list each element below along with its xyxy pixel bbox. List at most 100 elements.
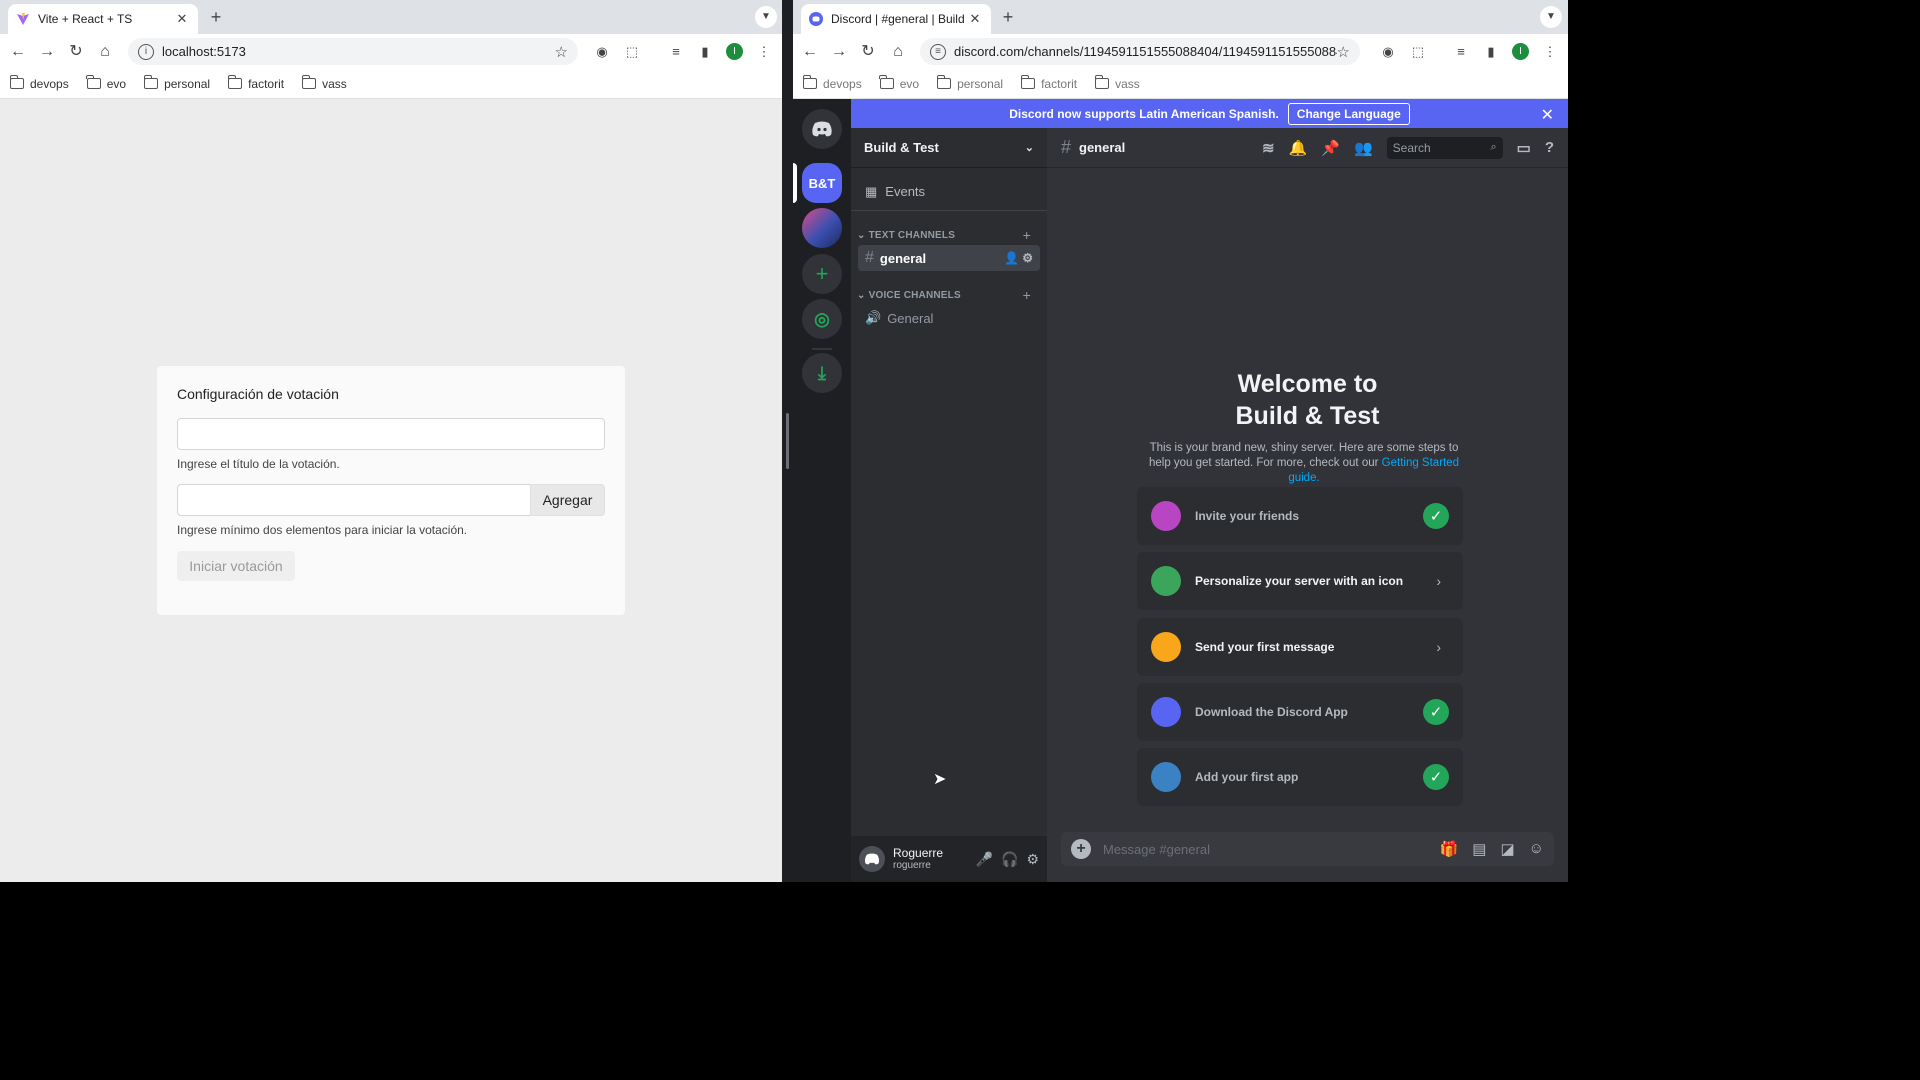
text-channels-category[interactable]: ⌄ TEXT CHANNELS + — [851, 225, 1047, 245]
explore-servers-icon[interactable]: ◎ — [802, 299, 842, 339]
start-vote-button[interactable]: Iniciar votación — [177, 551, 295, 581]
back-icon[interactable]: ← — [8, 42, 28, 62]
task-invite-friends[interactable]: Invite your friends ✓ — [1137, 487, 1463, 545]
media-icon[interactable]: ≡ — [667, 43, 685, 61]
task-first-message[interactable]: Send your first message › — [1137, 618, 1463, 676]
pin-icon[interactable]: 📌 — [1321, 139, 1340, 157]
add-channel-icon[interactable]: + — [1023, 287, 1031, 303]
gift-icon[interactable]: 🎁 — [1440, 840, 1459, 858]
sticker-icon[interactable]: ◪ — [1500, 840, 1514, 858]
camera-icon[interactable]: ◉ — [593, 43, 611, 61]
headphones-icon[interactable]: 🎧 — [1001, 851, 1018, 868]
bookmark-folder[interactable]: evo — [86, 75, 126, 91]
divider-grip[interactable] — [786, 413, 789, 469]
tab-search-icon[interactable]: ▼ — [1540, 6, 1562, 28]
chevron-down-icon: ⌄ — [1024, 142, 1034, 154]
extensions-icon[interactable]: ⬚ — [623, 43, 641, 61]
extensions-icon[interactable]: ⬚ — [1409, 43, 1427, 61]
folder-icon — [1020, 75, 1036, 89]
bookmark-star-icon[interactable]: ☆ — [555, 43, 568, 61]
server-header[interactable]: Build & Test ⌄ — [851, 128, 1047, 168]
profile-avatar[interactable]: I — [726, 43, 743, 60]
tab-title: Discord | #general | Build & Te — [831, 12, 967, 26]
user-name: Roguerre — [893, 846, 944, 860]
bookmark-folder[interactable]: factorit — [1020, 75, 1077, 91]
side-panel-icon[interactable]: ▮ — [1482, 43, 1500, 61]
media-icon[interactable]: ≡ — [1452, 43, 1470, 61]
close-tab-icon[interactable]: ✕ — [174, 11, 190, 27]
home-icon[interactable]: ⌂ — [95, 42, 115, 62]
window-divider[interactable] — [782, 0, 793, 882]
gear-icon[interactable]: ⚙ — [1026, 851, 1039, 868]
server-avatar-image[interactable] — [802, 208, 842, 248]
add-item-button[interactable]: Agregar — [530, 484, 605, 516]
reload-icon[interactable]: ↻ — [858, 42, 878, 62]
avatar[interactable] — [859, 846, 885, 872]
address-bar[interactable]: i localhost:5173 ☆ — [128, 38, 578, 65]
bookmark-folder[interactable]: personal — [143, 75, 210, 91]
menu-icon[interactable]: ⋮ — [755, 43, 773, 61]
bookmark-folder[interactable]: factorit — [227, 75, 284, 91]
gear-icon[interactable]: ⚙ — [1022, 251, 1033, 265]
forward-icon[interactable]: → — [37, 42, 57, 62]
new-tab-icon[interactable]: + — [206, 7, 226, 27]
help-icon[interactable]: ? — [1545, 139, 1554, 156]
threads-icon[interactable]: ≋ — [1262, 139, 1275, 157]
voice-channels-category[interactable]: ⌄ VOICE CHANNELS + — [851, 285, 1047, 305]
browser-tab[interactable]: Discord | #general | Build & Te ✕ — [801, 4, 991, 34]
profile-avatar[interactable]: I — [1512, 43, 1529, 60]
task-add-app[interactable]: Add your first app ✓ — [1137, 748, 1463, 806]
back-icon[interactable]: ← — [800, 42, 820, 62]
side-panel-icon[interactable]: ▮ — [696, 43, 714, 61]
mute-icon[interactable]: 🎤 — [976, 851, 993, 868]
close-tab-icon[interactable]: ✕ — [967, 11, 983, 27]
channel-general[interactable]: # general 👤 ⚙ — [858, 245, 1040, 271]
events-item[interactable]: ▦ Events — [851, 173, 1047, 211]
close-banner-icon[interactable]: ✕ — [1541, 105, 1554, 125]
bookmark-folder[interactable]: vass — [301, 75, 347, 91]
bookmark-folder[interactable]: vass — [1094, 75, 1140, 91]
menu-icon[interactable]: ⋮ — [1541, 43, 1559, 61]
download-apps-icon[interactable]: ⤓ — [802, 353, 842, 393]
bookmark-star-icon[interactable]: ☆ — [1337, 43, 1350, 61]
task-personalize-server[interactable]: Personalize your server with an icon › — [1137, 552, 1463, 610]
add-server-icon[interactable]: + — [802, 254, 842, 294]
welcome-subtitle: This is your brand new, shiny server. He… — [1148, 442, 1460, 484]
emoji-icon[interactable]: ☺ — [1529, 840, 1544, 858]
camera-icon[interactable]: ◉ — [1379, 43, 1397, 61]
message-input[interactable]: Message #general — [1103, 842, 1210, 857]
search-icon: ⌕ — [1490, 141, 1497, 153]
members-icon[interactable]: 👥 — [1354, 139, 1373, 157]
change-language-button[interactable]: Change Language — [1287, 102, 1410, 125]
bookmark-folder[interactable]: devops — [802, 75, 862, 91]
folder-icon — [227, 75, 243, 89]
browser-tab[interactable]: Vite + React + TS ✕ — [8, 4, 198, 34]
bookmark-folder[interactable]: evo — [879, 75, 919, 91]
server-build-test[interactable]: B&T — [802, 163, 842, 203]
gif-icon[interactable]: ▤ — [1472, 840, 1486, 858]
voice-channel-general[interactable]: 🔊 General — [858, 305, 1040, 331]
inbox-icon[interactable]: ▭ — [1517, 139, 1531, 157]
forward-icon[interactable]: → — [829, 42, 849, 62]
bookmark-folder[interactable]: personal — [936, 75, 1003, 91]
user-info[interactable]: Roguerre roguerre — [893, 846, 943, 872]
site-settings-icon[interactable]: ≡ — [930, 43, 946, 60]
home-icon[interactable]: ⌂ — [888, 42, 908, 62]
new-tab-icon[interactable]: + — [998, 7, 1018, 27]
tab-search-icon[interactable]: ▼ — [755, 6, 777, 28]
vote-title-input[interactable] — [177, 418, 605, 450]
address-bar[interactable]: ≡ discord.com/channels/11945911515550884… — [920, 38, 1360, 65]
bookmark-folder[interactable]: devops — [9, 75, 69, 91]
task-download-app[interactable]: Download the Discord App ✓ — [1137, 683, 1463, 741]
discord-home-button[interactable] — [802, 109, 842, 149]
search-input[interactable]: Search ⌕ — [1386, 136, 1503, 159]
message-composer[interactable]: + Message #general 🎁 ▤ ◪ ☺ — [1061, 832, 1554, 866]
vote-item-input[interactable] — [177, 484, 531, 516]
bell-icon[interactable]: 🔔 — [1289, 139, 1308, 157]
reload-icon[interactable]: ↻ — [66, 42, 86, 62]
add-channel-icon[interactable]: + — [1023, 227, 1031, 243]
site-info-icon[interactable]: i — [138, 43, 154, 60]
invite-icon[interactable]: 👤 — [1004, 251, 1019, 265]
attach-plus-icon[interactable]: + — [1071, 839, 1091, 859]
download-app-icon — [1151, 697, 1181, 727]
